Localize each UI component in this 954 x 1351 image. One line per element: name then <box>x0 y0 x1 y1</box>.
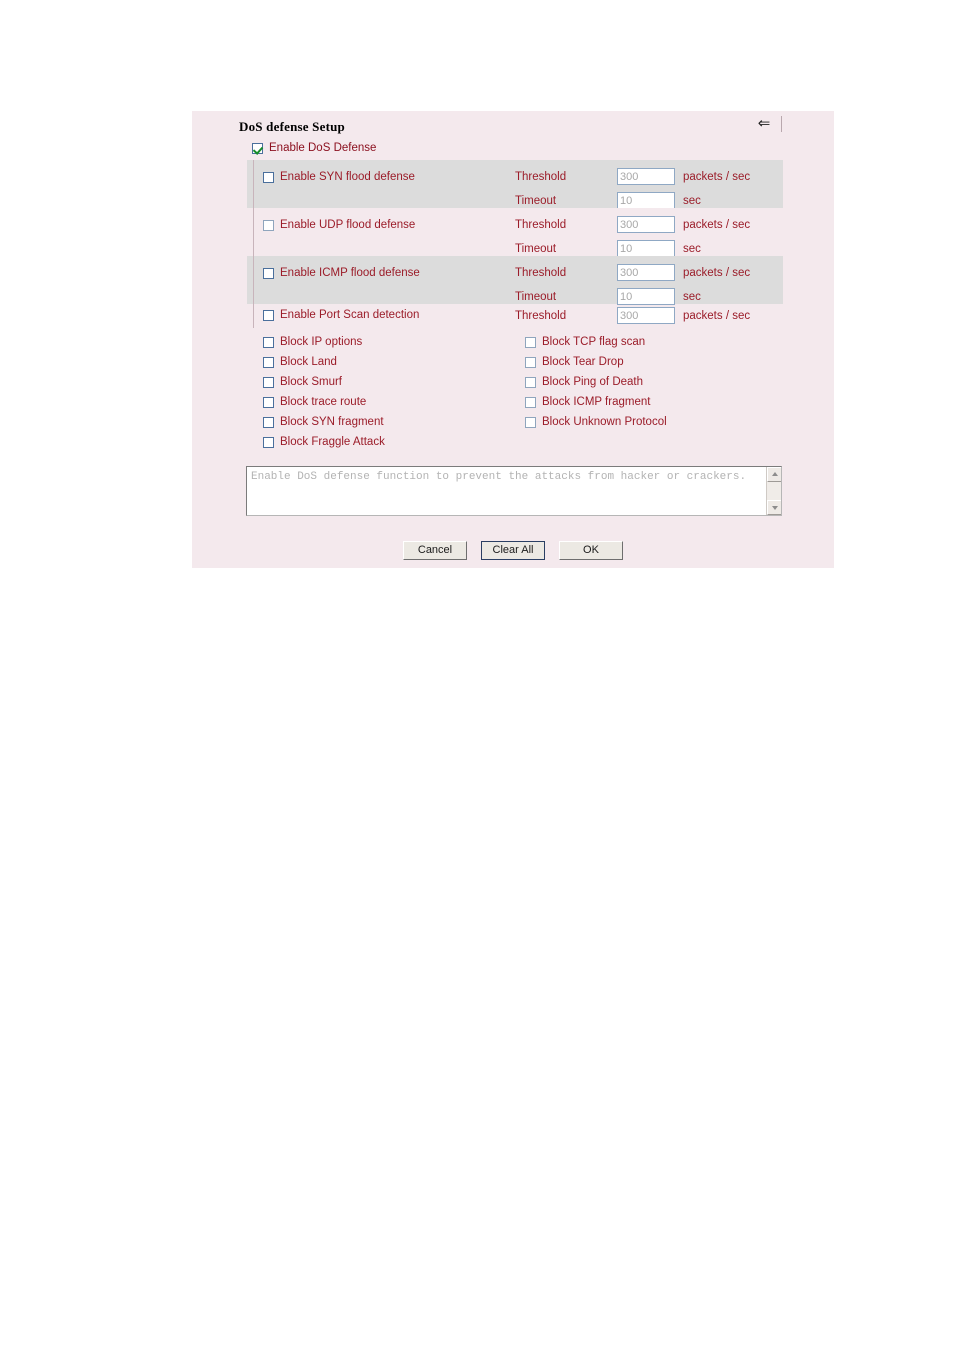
button-row: Cancel Clear All OK <box>192 541 834 560</box>
block-options-row: Block IP options Block TCP flag scan <box>263 333 763 353</box>
indent-guide <box>253 160 254 208</box>
block-ping-of-death-label: Block Ping of Death <box>542 376 644 388</box>
block-syn-fragment-checkbox[interactable] <box>263 417 274 428</box>
enable-dos-defense-label: Enable DoS Defense <box>269 142 377 154</box>
page-title: DoS defense Setup <box>239 119 345 134</box>
port-scan-threshold-label: Threshold <box>515 310 567 322</box>
scroll-up-icon[interactable] <box>767 467 781 482</box>
icmp-threshold-label: Threshold <box>515 267 567 279</box>
enable-dos-defense-row[interactable]: Enable DoS Defense <box>252 142 376 155</box>
block-icmp-fragment-label: Block ICMP fragment <box>542 396 651 408</box>
enable-port-scan-detection-control[interactable]: Enable Port Scan detection <box>263 309 419 322</box>
description-scrollbar[interactable] <box>766 467 781 515</box>
cancel-button[interactable]: Cancel <box>403 541 467 560</box>
enable-port-scan-detection-label: Enable Port Scan detection <box>280 309 420 321</box>
block-unknown-protocol-checkbox[interactable] <box>525 417 536 428</box>
icmp-flood-row: Enable ICMP flood defense Threshold pack… <box>247 256 783 305</box>
enable-syn-flood-defense-checkbox[interactable] <box>263 172 274 183</box>
enable-syn-flood-defense-control[interactable]: Enable SYN flood defense <box>263 171 415 184</box>
udp-flood-row: Enable UDP flood defense Threshold packe… <box>247 208 783 257</box>
block-tear-drop-control[interactable]: Block Tear Drop <box>525 356 624 369</box>
enable-icmp-flood-defense-checkbox[interactable] <box>263 268 274 279</box>
enable-udp-flood-defense-control[interactable]: Enable UDP flood defense <box>263 219 415 232</box>
enable-syn-flood-defense-label: Enable SYN flood defense <box>280 171 415 183</box>
block-fraggle-attack-checkbox[interactable] <box>263 437 274 448</box>
block-ping-of-death-checkbox[interactable] <box>525 377 536 388</box>
block-ip-options-control[interactable]: Block IP options <box>263 336 362 349</box>
block-smurf-control[interactable]: Block Smurf <box>263 376 342 389</box>
syn-threshold-input[interactable] <box>617 168 675 185</box>
udp-threshold-unit: packets / sec <box>683 219 751 231</box>
dos-defense-setup-panel: DoS defense Setup ⇐ Enable DoS Defense E… <box>192 111 834 568</box>
ok-button[interactable]: OK <box>559 541 623 560</box>
udp-timeout-input[interactable] <box>617 240 675 257</box>
syn-threshold-unit: packets / sec <box>683 171 751 183</box>
block-land-checkbox[interactable] <box>263 357 274 368</box>
scroll-down-icon[interactable] <box>767 500 781 515</box>
indent-guide <box>253 208 254 256</box>
block-unknown-protocol-label: Block Unknown Protocol <box>542 416 667 428</box>
enable-dos-defense-checkbox[interactable] <box>252 143 263 154</box>
block-icmp-fragment-checkbox[interactable] <box>525 397 536 408</box>
description-textarea[interactable]: Enable DoS defense function to prevent t… <box>246 466 782 516</box>
block-ping-of-death-control[interactable]: Block Ping of Death <box>525 376 643 389</box>
block-options-row: Block Land Block Tear Drop <box>263 353 763 373</box>
icmp-threshold-input[interactable] <box>617 264 675 281</box>
flood-defense-rows: Enable SYN flood defense Threshold packe… <box>247 160 783 328</box>
enable-icmp-flood-defense-control[interactable]: Enable ICMP flood defense <box>263 267 420 280</box>
indent-guide <box>253 256 254 304</box>
block-options-row: Block Smurf Block Ping of Death <box>263 373 763 393</box>
block-land-label: Block Land <box>280 356 337 368</box>
syn-flood-row: Enable SYN flood defense Threshold packe… <box>247 160 783 209</box>
block-land-control[interactable]: Block Land <box>263 356 337 369</box>
block-tcp-flag-scan-checkbox[interactable] <box>525 337 536 348</box>
block-syn-fragment-label: Block SYN fragment <box>280 416 384 428</box>
icmp-threshold-unit: packets / sec <box>683 267 751 279</box>
syn-threshold-label: Threshold <box>515 171 567 183</box>
port-scan-threshold-input[interactable] <box>617 307 675 324</box>
block-trace-route-checkbox[interactable] <box>263 397 274 408</box>
block-syn-fragment-control[interactable]: Block SYN fragment <box>263 416 384 429</box>
description-text: Enable DoS defense function to prevent t… <box>251 471 747 483</box>
port-scan-row: Enable Port Scan detection Threshold pac… <box>247 304 783 328</box>
header-divider <box>781 116 782 132</box>
block-tcp-flag-scan-label: Block TCP flag scan <box>542 336 646 348</box>
panel-header: DoS defense Setup ⇐ <box>192 111 834 137</box>
block-options-row: Block Fraggle Attack <box>263 433 763 453</box>
udp-threshold-label: Threshold <box>515 219 567 231</box>
clear-all-button[interactable]: Clear All <box>481 541 545 560</box>
block-tear-drop-label: Block Tear Drop <box>542 356 624 368</box>
port-scan-threshold-unit: packets / sec <box>683 310 751 322</box>
enable-udp-flood-defense-label: Enable UDP flood defense <box>280 219 416 231</box>
enable-udp-flood-defense-checkbox[interactable] <box>263 220 274 231</box>
block-options-grid: Block IP options Block TCP flag scan Blo… <box>263 333 763 453</box>
block-ip-options-checkbox[interactable] <box>263 337 274 348</box>
enable-port-scan-detection-checkbox[interactable] <box>263 310 274 321</box>
enable-icmp-flood-defense-label: Enable ICMP flood defense <box>280 267 420 279</box>
icmp-timeout-input[interactable] <box>617 288 675 305</box>
block-trace-route-control[interactable]: Block trace route <box>263 396 366 409</box>
block-icmp-fragment-control[interactable]: Block ICMP fragment <box>525 396 650 409</box>
block-tear-drop-checkbox[interactable] <box>525 357 536 368</box>
block-trace-route-label: Block trace route <box>280 396 367 408</box>
syn-timeout-input[interactable] <box>617 192 675 209</box>
udp-threshold-input[interactable] <box>617 216 675 233</box>
indent-guide <box>253 304 254 328</box>
block-tcp-flag-scan-control[interactable]: Block TCP flag scan <box>525 336 645 349</box>
block-options-row: Block SYN fragment Block Unknown Protoco… <box>263 413 763 433</box>
block-smurf-checkbox[interactable] <box>263 377 274 388</box>
block-fraggle-attack-control[interactable]: Block Fraggle Attack <box>263 436 385 449</box>
block-smurf-label: Block Smurf <box>280 376 342 388</box>
block-unknown-protocol-control[interactable]: Block Unknown Protocol <box>525 416 667 429</box>
left-arrow-icon[interactable]: ⇐ <box>754 116 774 132</box>
block-ip-options-label: Block IP options <box>280 336 363 348</box>
block-fraggle-attack-label: Block Fraggle Attack <box>280 436 385 448</box>
block-options-row: Block trace route Block ICMP fragment <box>263 393 763 413</box>
